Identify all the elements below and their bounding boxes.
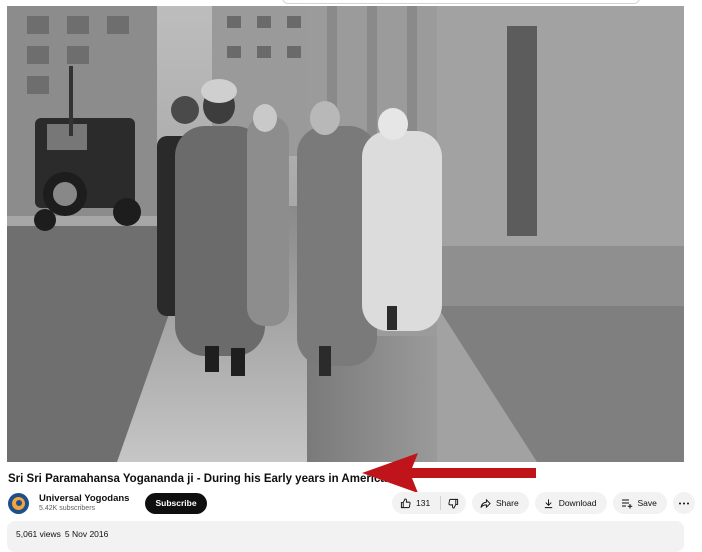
download-label: Download xyxy=(558,498,597,508)
channel-name[interactable]: Universal Yogodans xyxy=(39,493,129,504)
download-icon xyxy=(543,498,554,509)
video-meta: 5,061 views 5 Nov 2016 xyxy=(16,529,112,539)
upload-date: 5 Nov 2016 xyxy=(64,529,109,539)
save-label: Save xyxy=(637,498,657,508)
annotation-arrow-icon xyxy=(362,453,536,493)
subscriber-count: 5.42K subscribers xyxy=(39,505,96,512)
video-frame xyxy=(7,6,684,462)
share-label: Share xyxy=(496,498,519,508)
save-button[interactable]: Save xyxy=(612,492,667,514)
share-icon xyxy=(480,498,491,509)
thumbs-up-icon xyxy=(400,497,411,509)
video-title: Sri Sri Paramahansa Yogananda ji - Durin… xyxy=(8,473,387,485)
search-bar-edge xyxy=(282,0,640,4)
like-count: 131 xyxy=(416,498,431,508)
more-actions-button[interactable] xyxy=(672,492,695,514)
channel-avatar[interactable] xyxy=(8,492,29,514)
share-button[interactable]: Share xyxy=(472,492,529,514)
download-button[interactable]: Download xyxy=(534,492,607,514)
like-dislike-group: 131 xyxy=(392,492,466,514)
video-player[interactable] xyxy=(7,6,684,462)
channel-row: Universal Yogodans 5.42K subscribers Sub… xyxy=(8,491,207,515)
channel-info: Universal Yogodans 5.42K subscribers xyxy=(39,493,129,513)
save-playlist-icon xyxy=(621,498,633,509)
description-box[interactable]: 5,061 views 5 Nov 2016 xyxy=(7,521,684,552)
dislike-button[interactable] xyxy=(441,492,466,514)
view-count: 5,061 views xyxy=(16,529,61,539)
like-button[interactable]: 131 xyxy=(392,492,440,514)
thumbs-down-icon xyxy=(448,498,459,509)
more-icon xyxy=(678,502,689,505)
subscribe-button[interactable]: Subscribe xyxy=(145,492,207,514)
action-bar: 131 Share Download Save xyxy=(392,492,695,514)
video-title-row: Sri Sri Paramahansa Yogananda ji - Durin… xyxy=(8,470,668,488)
